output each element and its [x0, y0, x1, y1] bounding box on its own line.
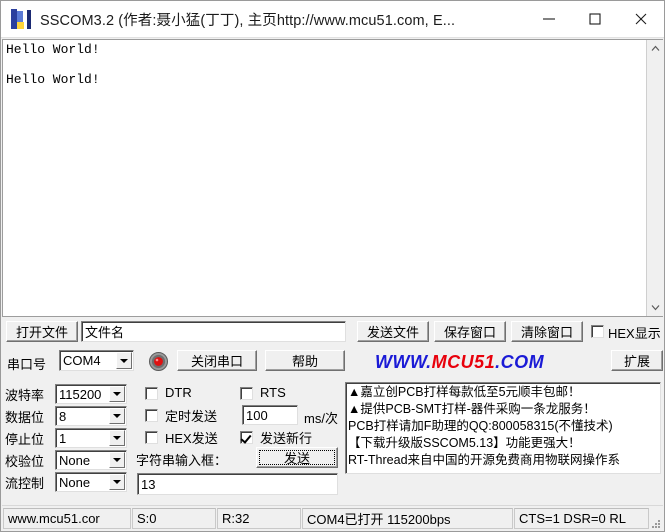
- dtr-checkbox[interactable]: [145, 387, 158, 400]
- setting-row-databits: 数据位 8: [5, 405, 129, 427]
- stopbits-label: 停止位: [5, 431, 45, 447]
- send-button[interactable]: 发送: [256, 447, 338, 468]
- advertisement-panel[interactable]: ▲嘉立创PCB打样每款低至5元顺丰包邮！ ▲提供PCB-SMT打样-器件采购一条…: [345, 382, 661, 474]
- ad-line: PCB打样请加F助理的QQ:800058315(不懂技术): [348, 419, 613, 433]
- window-title: SSCOM3.2 (作者:聂小猛(丁丁), 主页http://www.mcu51…: [40, 12, 456, 29]
- parity-label: 校验位: [5, 453, 45, 469]
- status-signals: CTS=1 DSR=0 RL: [514, 508, 649, 529]
- hex-send-label: HEX发送: [165, 431, 218, 446]
- setting-row-baudrate: 波特率 115200: [5, 383, 129, 405]
- serial-settings-grid: 波特率 115200 数据位 8 停止位 1 校验位 None 流控制 None: [5, 383, 129, 496]
- ad-line: RT-Thread来自中国的开源免费商用物联网操作系: [348, 453, 621, 467]
- save-window-button[interactable]: 保存窗口: [434, 321, 506, 342]
- logo-suffix: .COM: [495, 351, 545, 372]
- receive-area: Hello World! Hello World!: [2, 39, 664, 317]
- file-toolbar: 打开文件 文件名 发送文件 保存窗口 清除窗口 HEX显示: [2, 319, 663, 345]
- expand-button[interactable]: 扩展: [611, 350, 663, 371]
- send-newline-label: 发送新行: [260, 431, 313, 446]
- chevron-down-icon[interactable]: [109, 474, 125, 490]
- setting-row-flowcontrol: 流控制 None: [5, 471, 129, 493]
- hex-send-checkbox[interactable]: [145, 431, 158, 444]
- send-text-input[interactable]: 13: [137, 473, 338, 495]
- port-toolbar: 串口号 COM4 关闭串口 帮助 WWW. MCU51 .COM 扩展: [2, 347, 663, 378]
- mcu51-logo[interactable]: WWW. MCU51 .COM: [375, 351, 599, 373]
- timed-send-checkbox[interactable]: [145, 409, 158, 422]
- timed-send-interval-input[interactable]: 100: [242, 405, 298, 425]
- status-bar: www.mcu51.cor S:0 R:32 COM4已打开 115200bps…: [2, 505, 663, 531]
- status-site[interactable]: www.mcu51.cor: [3, 508, 131, 529]
- scroll-up-icon[interactable]: [647, 40, 664, 57]
- close-port-button[interactable]: 关闭串口: [177, 350, 257, 371]
- chevron-down-icon[interactable]: [116, 352, 132, 369]
- filename-input[interactable]: 文件名: [81, 321, 346, 342]
- chevron-down-icon[interactable]: [109, 386, 125, 402]
- settings-panel: 波特率 115200 数据位 8 停止位 1 校验位 None 流控制 None…: [2, 380, 663, 502]
- send-file-button[interactable]: 发送文件: [357, 321, 429, 342]
- send-newline-checkbox[interactable]: [240, 431, 253, 444]
- stopbits-select[interactable]: 1: [55, 428, 127, 448]
- databits-select[interactable]: 8: [55, 406, 127, 426]
- parity-select[interactable]: None: [55, 450, 127, 470]
- hex-display-checkbox[interactable]: [591, 325, 604, 338]
- interval-unit-label: ms/次: [304, 411, 338, 426]
- chevron-down-icon[interactable]: [109, 452, 125, 468]
- resize-grip-icon[interactable]: [649, 506, 663, 531]
- flowcontrol-value: None: [59, 474, 91, 490]
- logo-mid: MCU51: [431, 351, 496, 372]
- chevron-down-icon[interactable]: [109, 408, 125, 424]
- chevron-down-icon[interactable]: [109, 430, 125, 446]
- status-received-count: R:32: [217, 508, 301, 529]
- minimize-button[interactable]: [526, 1, 572, 37]
- setting-row-parity: 校验位 None: [5, 449, 129, 471]
- databits-value: 8: [59, 408, 67, 424]
- databits-label: 数据位: [5, 409, 45, 425]
- baudrate-select[interactable]: 115200: [55, 384, 127, 404]
- timed-send-label: 定时发送: [165, 409, 218, 424]
- logo-prefix: WWW.: [375, 351, 432, 372]
- rts-checkbox[interactable]: [240, 387, 253, 400]
- close-button[interactable]: [618, 1, 664, 37]
- port-label: 串口号: [7, 357, 47, 372]
- stopbits-value: 1: [59, 430, 67, 446]
- help-button[interactable]: 帮助: [265, 350, 345, 371]
- flowcontrol-label: 流控制: [5, 475, 45, 491]
- title-bar: SSCOM3.2 (作者:聂小猛(丁丁), 主页http://www.mcu51…: [1, 1, 664, 38]
- status-connection: COM4已打开 115200bps: [302, 508, 513, 529]
- port-select-value: COM4: [63, 353, 101, 368]
- setting-row-stopbits: 停止位 1: [5, 427, 129, 449]
- baudrate-value: 115200: [59, 386, 102, 402]
- baudrate-label: 波特率: [5, 387, 45, 403]
- hex-display-label: HEX显示: [608, 326, 661, 341]
- clear-window-button[interactable]: 清除窗口: [511, 321, 583, 342]
- dtr-label: DTR: [165, 385, 192, 400]
- sscom-window: SSCOM3.2 (作者:聂小猛(丁丁), 主页http://www.mcu51…: [0, 0, 665, 532]
- ad-line: ▲嘉立创PCB打样每款低至5元顺丰包邮！: [348, 385, 581, 399]
- scrollbar-track[interactable]: [647, 57, 664, 299]
- app-icon: [10, 8, 32, 30]
- scroll-down-icon[interactable]: [647, 299, 664, 316]
- rts-label: RTS: [260, 385, 286, 400]
- port-status-led-icon: [149, 352, 168, 371]
- parity-value: None: [59, 452, 91, 468]
- ad-line: ▲提供PCB-SMT打样-器件采购一条龙服务！: [348, 402, 596, 416]
- maximize-button[interactable]: [572, 1, 618, 37]
- terminal-scrollbar[interactable]: [646, 40, 664, 316]
- open-file-button[interactable]: 打开文件: [6, 321, 78, 342]
- port-select[interactable]: COM4: [59, 350, 134, 371]
- flowcontrol-select[interactable]: None: [55, 472, 127, 492]
- ad-line: 【下载升级版SSCOM5.13】功能更强大！: [348, 436, 581, 450]
- status-sent-count: S:0: [132, 508, 216, 529]
- string-input-label: 字符串输入框：: [136, 453, 228, 468]
- terminal-output[interactable]: Hello World! Hello World!: [3, 40, 646, 316]
